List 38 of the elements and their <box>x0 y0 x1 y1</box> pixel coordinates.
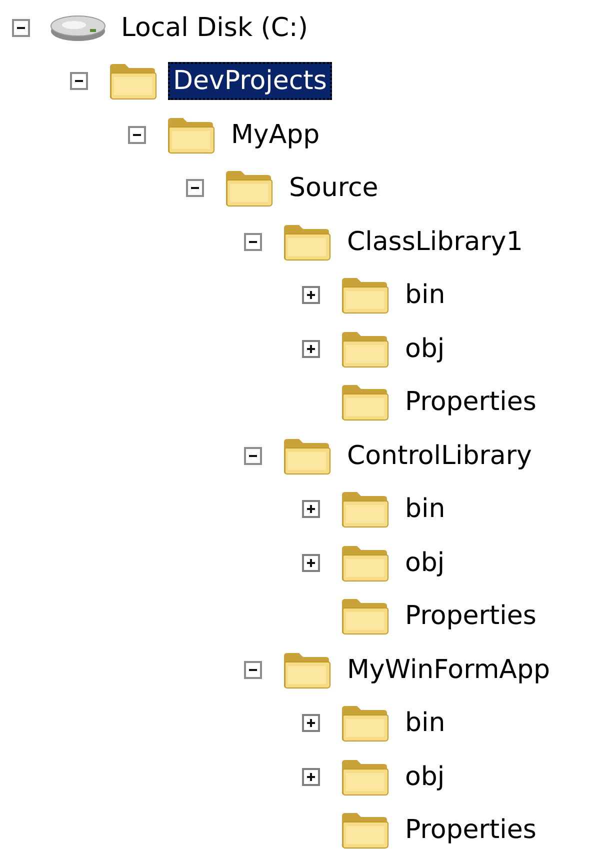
expand-icon[interactable] <box>302 286 320 304</box>
tree-item[interactable]: bin <box>400 276 450 314</box>
tree-item[interactable]: obj <box>400 544 450 582</box>
collapse-icon[interactable] <box>186 179 204 198</box>
tree-item[interactable]: ControlLibrary <box>342 436 537 475</box>
tree-item[interactable]: bin <box>400 704 450 742</box>
tree-item[interactable]: ClassLibrary1 <box>342 222 528 261</box>
collapse-icon[interactable] <box>70 72 88 90</box>
expand-icon[interactable] <box>302 714 320 732</box>
folder-icon <box>340 382 390 422</box>
tree-item[interactable]: Local Disk (C:) <box>116 8 313 47</box>
folder-icon <box>340 275 390 316</box>
tree-item[interactable]: obj <box>400 330 450 368</box>
tree-item[interactable]: Properties <box>400 811 542 849</box>
collapse-icon[interactable] <box>12 18 30 37</box>
tree-item[interactable]: Properties <box>400 597 542 636</box>
collapse-icon[interactable] <box>244 232 262 251</box>
expand-icon[interactable] <box>302 554 320 572</box>
tree-item[interactable]: obj <box>400 758 450 796</box>
tree-item[interactable]: Properties <box>400 383 542 422</box>
folder-icon <box>108 61 158 102</box>
expand-icon[interactable] <box>302 768 320 786</box>
collapse-icon[interactable] <box>128 126 146 144</box>
folder-icon <box>340 810 390 849</box>
drive-icon <box>50 12 106 43</box>
collapse-icon[interactable] <box>244 446 262 465</box>
tree-item[interactable]: MyApp <box>226 116 325 154</box>
expand-icon[interactable] <box>302 340 320 358</box>
collapse-icon[interactable] <box>244 660 262 679</box>
folder-icon <box>340 489 390 530</box>
expand-icon[interactable] <box>302 500 320 518</box>
folder-icon <box>340 596 390 636</box>
tree-item[interactable]: Source <box>284 169 384 208</box>
tree-item[interactable]: MyWinFormApp <box>342 650 555 689</box>
folder-icon <box>224 168 274 208</box>
tree-item[interactable]: DevProjects <box>168 62 332 100</box>
folder-icon <box>340 703 390 744</box>
tree-item[interactable]: bin <box>400 490 450 528</box>
